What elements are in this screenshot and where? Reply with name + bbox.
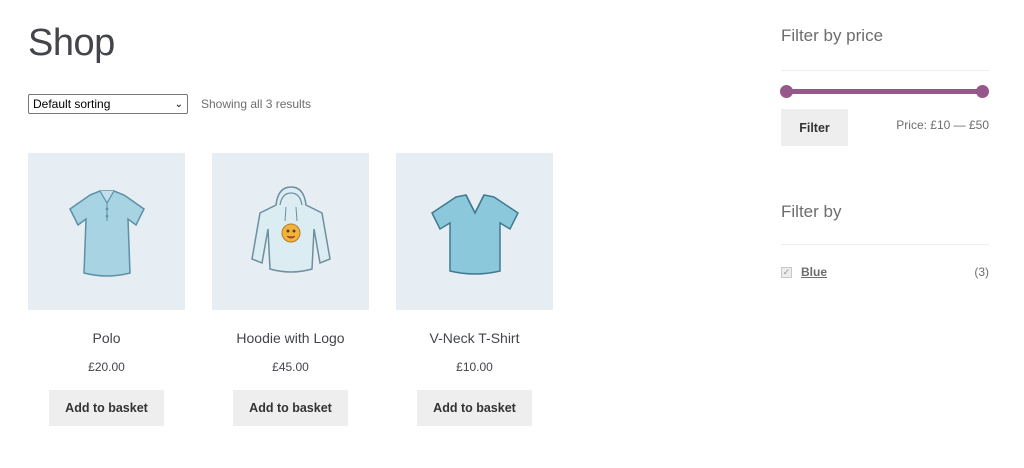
product-price: £10.00 <box>456 360 493 374</box>
attribute-filter-link[interactable]: Blue <box>801 265 827 279</box>
product-card: Polo £20.00 Add to basket <box>28 153 185 426</box>
price-range-label: Price: £10 — £50 <box>896 118 989 132</box>
widget-divider <box>781 244 989 245</box>
price-slider-max-handle[interactable] <box>976 85 989 98</box>
result-count: Showing all 3 results <box>201 97 312 111</box>
sorting-selected-value: Default sorting <box>33 97 111 111</box>
price-slider-min-handle[interactable] <box>780 85 793 98</box>
product-price: £45.00 <box>272 360 309 374</box>
chevron-down-icon: ⌄ <box>174 98 183 110</box>
product-price: £20.00 <box>88 360 125 374</box>
filter-button[interactable]: Filter <box>781 109 848 146</box>
product-image-link[interactable] <box>28 153 185 310</box>
attribute-count: (3) <box>974 265 989 279</box>
price-filter-title: Filter by price <box>781 26 884 45</box>
sorting-select[interactable]: Default sorting ⌄ <box>28 94 188 114</box>
product-image-link[interactable] <box>396 153 553 310</box>
add-to-basket-button[interactable]: Add to basket <box>417 390 532 426</box>
attribute-filter-title: Filter by <box>781 202 842 221</box>
page-title: Shop <box>28 22 115 64</box>
vneck-tshirt-icon <box>430 193 519 275</box>
widget-divider <box>781 70 989 71</box>
product-image-link[interactable] <box>212 153 369 310</box>
shop-page: Shop Default sorting ⌄ Showing all 3 res… <box>0 0 1024 468</box>
hoodie-icon <box>250 185 331 273</box>
product-title[interactable]: Polo <box>28 330 185 346</box>
add-to-basket-button[interactable]: Add to basket <box>233 390 348 426</box>
product-title[interactable]: Hoodie with Logo <box>212 330 369 346</box>
product-title[interactable]: V-Neck T-Shirt <box>396 330 553 346</box>
checkbox-checked-icon[interactable]: ✓ <box>781 266 792 278</box>
attribute-filter-item-blue: ✓ Blue (3) <box>781 264 989 280</box>
product-card: V-Neck T-Shirt £10.00 Add to basket <box>396 153 553 426</box>
product-card: Hoodie with Logo £45.00 Add to basket <box>212 153 369 426</box>
add-to-basket-button[interactable]: Add to basket <box>49 390 164 426</box>
price-slider-range <box>786 89 982 94</box>
polo-shirt-icon <box>68 189 145 277</box>
